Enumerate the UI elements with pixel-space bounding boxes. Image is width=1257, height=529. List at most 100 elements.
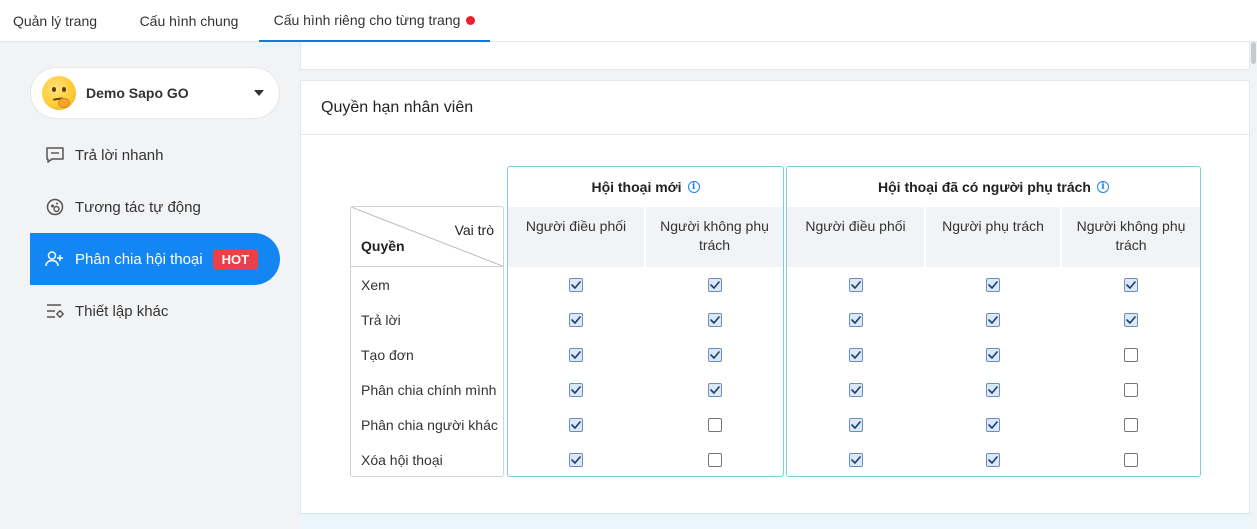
- checkbox-row: [508, 407, 783, 442]
- group-new-conversations: Hội thoại mới i Người điều phối Người kh…: [507, 166, 784, 477]
- column-header: Người điều phối: [787, 207, 924, 267]
- info-icon[interactable]: i: [1096, 181, 1109, 193]
- group-assigned-conversations: Hội thoại đã có người phụ trách i Người …: [786, 166, 1201, 477]
- permission-checkbox[interactable]: [569, 347, 583, 362]
- permission-checkbox[interactable]: [1124, 382, 1138, 397]
- permission-checkbox[interactable]: [569, 312, 583, 327]
- checkbox-cell: [926, 312, 1060, 327]
- permission-checkbox[interactable]: [1124, 417, 1138, 432]
- permission-checkbox[interactable]: [707, 312, 722, 327]
- top-tab-bar: Quản lý trang Cấu hình chung Cấu hình ri…: [0, 0, 1257, 42]
- permission-checkbox[interactable]: [848, 312, 863, 327]
- sidebar: Demo Sapo GO Trả lời nhanh Tương tác tự …: [0, 42, 300, 529]
- permission-checkbox[interactable]: [848, 382, 863, 397]
- checkbox-row: [787, 407, 1200, 442]
- column-headers: Người điều phối Người phụ trách Người kh…: [787, 207, 1200, 267]
- checkbox-cell: [787, 417, 924, 432]
- permission-name: Trả lời: [361, 311, 401, 328]
- group-title-text: Hội thoại đã có người phụ trách: [878, 179, 1091, 195]
- checkbox-cell: [508, 382, 644, 397]
- sidebar-item-phan-chia-hoi-thoai[interactable]: Phân chia hội thoại HOT: [30, 233, 280, 285]
- permission-checkbox[interactable]: [848, 417, 863, 432]
- permission-checkbox[interactable]: [848, 347, 863, 362]
- checkbox-row: [508, 302, 783, 337]
- permission-name: Phân chia chính mình: [361, 381, 497, 398]
- permission-checkbox[interactable]: [707, 452, 722, 467]
- page-name: Demo Sapo GO: [86, 85, 189, 101]
- checkbox-cell: [508, 452, 644, 467]
- sidebar-item-tra-loi-nhanh[interactable]: Trả lời nhanh: [30, 129, 280, 181]
- checkbox-cell: [1062, 312, 1200, 327]
- permission-checkbox[interactable]: [569, 417, 583, 432]
- tab-cau-hinh-chung[interactable]: Cấu hình chung: [122, 0, 256, 42]
- permission-checkbox[interactable]: [1124, 312, 1138, 327]
- add-user-icon: [44, 248, 66, 270]
- permission-checkbox[interactable]: [848, 277, 863, 292]
- checkbox-cell: [1062, 452, 1200, 467]
- notification-dot: [466, 15, 476, 25]
- checkbox-cell: [1062, 277, 1200, 292]
- checkbox-cell: [787, 452, 924, 467]
- checkbox-row: [508, 372, 783, 407]
- page-selector[interactable]: Demo Sapo GO: [30, 67, 280, 119]
- permission-label: Quyền: [361, 238, 405, 254]
- checkbox-cell: [508, 277, 644, 292]
- settings-list-icon: [44, 300, 66, 322]
- permission-checkbox[interactable]: [707, 347, 722, 362]
- chevron-down-icon: [254, 90, 264, 96]
- staff-permissions-card: Quyền hạn nhân viên Vai trò Quyền Xem Tr…: [300, 80, 1250, 520]
- sidebar-item-label: Phân chia hội thoại: [75, 250, 203, 268]
- permission-checkbox[interactable]: [707, 382, 722, 397]
- column-header: Người phụ trách: [926, 207, 1060, 267]
- checkbox-cell: [646, 347, 783, 362]
- tab-cau-hinh-rieng[interactable]: Cấu hình riêng cho từng trang: [259, 0, 490, 42]
- previous-card: [300, 42, 1250, 70]
- column-header: Người không phụ trách: [646, 207, 783, 267]
- sidebar-item-thiet-lap-khac[interactable]: Thiết lập khác: [30, 285, 280, 337]
- page-avatar: [42, 76, 76, 110]
- permission-checkbox[interactable]: [986, 312, 1000, 327]
- chat-bubble-icon: [44, 144, 66, 166]
- permission-checkbox[interactable]: [707, 277, 722, 292]
- permission-checkbox[interactable]: [569, 382, 583, 397]
- checkbox-row: [508, 442, 783, 477]
- checkbox-cell: [646, 452, 783, 467]
- column-headers: Người điều phối Người không phụ trách: [508, 207, 783, 267]
- group-title: Hội thoại mới i: [508, 167, 783, 207]
- checkbox-cell: [646, 312, 783, 327]
- permission-list: Vai trò Quyền Xem Trả lời Tạo đơn Phân c…: [350, 206, 504, 477]
- checkbox-cell: [508, 347, 644, 362]
- checkbox-cell: [1062, 417, 1200, 432]
- permission-checkbox[interactable]: [986, 382, 1000, 397]
- permission-name: Phân chia người khác: [361, 416, 498, 433]
- checkbox-cell: [787, 382, 924, 397]
- permission-checkbox[interactable]: [1124, 347, 1138, 362]
- permission-name: Tạo đơn: [361, 346, 414, 363]
- checkbox-cell: [646, 277, 783, 292]
- permission-checkbox[interactable]: [986, 417, 1000, 432]
- checkbox-cell: [926, 382, 1060, 397]
- checkbox-cell: [646, 382, 783, 397]
- scrollbar-thumb[interactable]: [1251, 42, 1256, 64]
- permission-checkbox[interactable]: [1124, 452, 1138, 467]
- permission-checkbox[interactable]: [707, 417, 722, 432]
- sidebar-item-label: Thiết lập khác: [75, 302, 169, 320]
- tab-label: Cấu hình chung: [139, 13, 239, 29]
- info-icon[interactable]: i: [687, 181, 700, 193]
- checkbox-row: [787, 267, 1200, 302]
- permission-checkbox[interactable]: [569, 452, 583, 467]
- card-title: Quyền hạn nhân viên: [301, 81, 1249, 135]
- permission-checkbox[interactable]: [848, 452, 863, 467]
- sidebar-item-tuong-tac-tu-dong[interactable]: Tương tác tự động: [30, 181, 280, 233]
- permission-checkbox[interactable]: [986, 452, 1000, 467]
- tab-quan-ly-trang[interactable]: Quản lý trang: [0, 0, 110, 42]
- permission-checkbox[interactable]: [986, 347, 1000, 362]
- permission-name: Xóa hội thoại: [361, 451, 443, 468]
- permission-checkbox[interactable]: [569, 277, 583, 292]
- tab-label: Quản lý trang: [12, 13, 98, 29]
- permission-checkbox[interactable]: [1124, 277, 1138, 292]
- permission-name: Xem: [361, 276, 390, 293]
- roles-corner-header: Vai trò Quyền: [351, 207, 503, 267]
- checkbox-cell: [926, 347, 1060, 362]
- permission-checkbox[interactable]: [986, 277, 1000, 292]
